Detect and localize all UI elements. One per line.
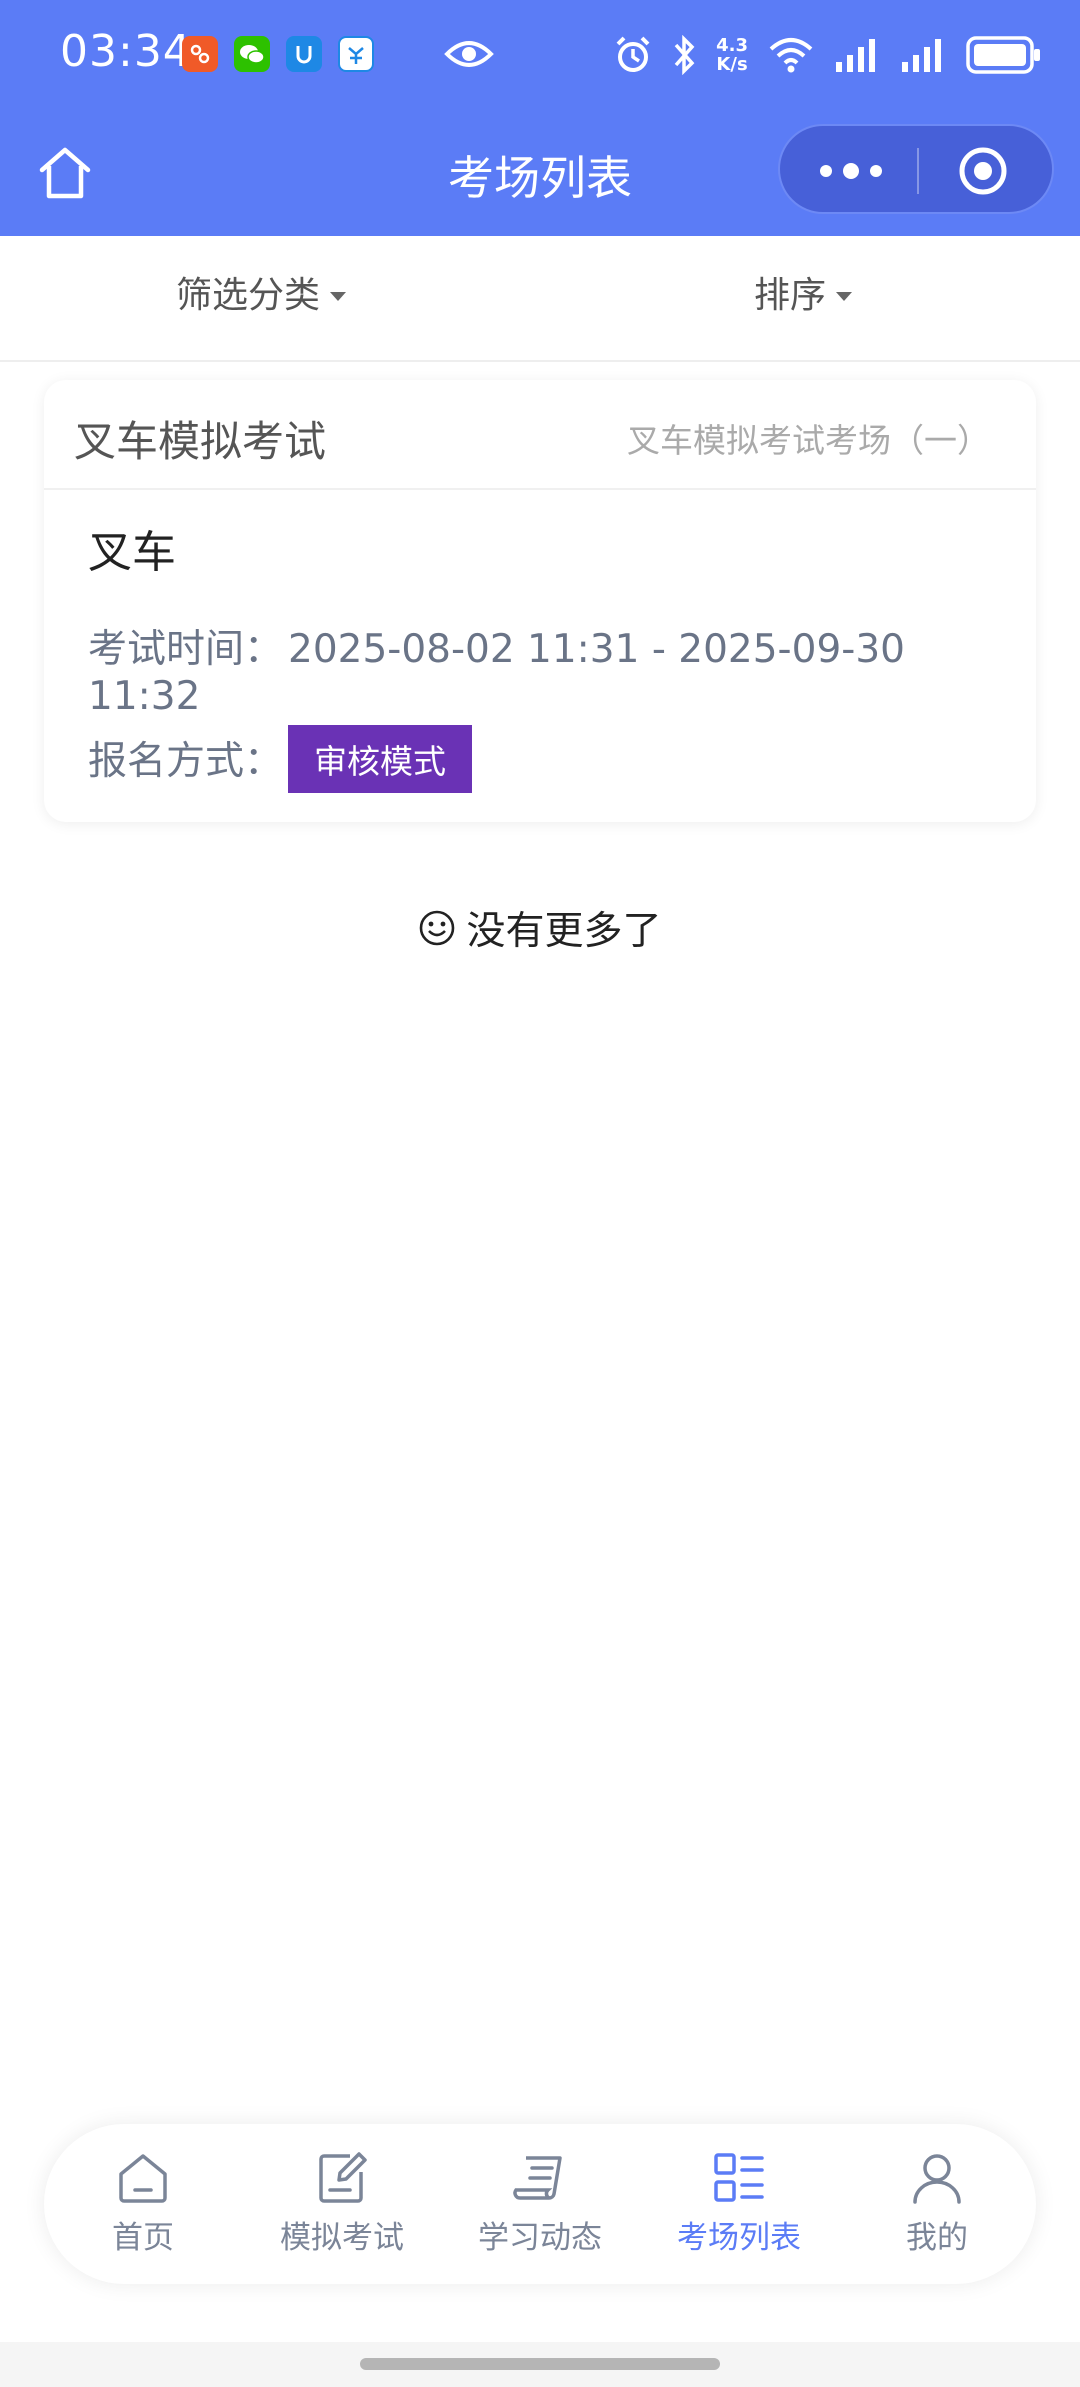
exam-time-row: 考试时间： 2025-08-02 11:31 - 2025-09-30 11:32 (88, 626, 988, 720)
eye-icon (444, 41, 494, 67)
tab-home-label: 首页 (112, 2220, 174, 2256)
gesture-area (0, 2342, 1080, 2387)
close-miniprogram-icon[interactable] (958, 146, 1008, 196)
wifi-icon (769, 38, 813, 73)
caret-down-icon (330, 291, 347, 301)
user-icon (913, 2154, 961, 2204)
tab-mock-exam-label: 模拟考试 (280, 2220, 404, 2256)
home-icon (119, 2154, 167, 2203)
no-more-text: 没有更多了 (466, 909, 662, 954)
tab-study-feed-label: 学习动态 (478, 2220, 602, 2256)
system-icons: 4.3 K/s (614, 30, 1042, 80)
smile-icon (420, 910, 455, 946)
status-bar: 03:34 4.3 K/s (0, 0, 1080, 108)
tab-study-feed[interactable]: 学习动态 (460, 2150, 620, 2270)
category-filter-label: 筛选分类 (176, 275, 321, 316)
no-more-indicator: 没有更多了 (0, 900, 1080, 956)
tab-profile[interactable]: 我的 (857, 2150, 1017, 2270)
card-subtitle: 叉车模拟考试考场（一） (627, 421, 990, 460)
tab-mock-exam[interactable]: 模拟考试 (262, 2150, 422, 2270)
network-speed: 4.3 K/s (716, 36, 748, 74)
notification-app-icon (338, 36, 374, 72)
edit-note-icon (319, 2152, 367, 2203)
network-speed-value: 4.3 (716, 35, 748, 56)
filter-bar: 筛选分类 排序 (0, 236, 1080, 362)
card-title: 叉车模拟考试 (74, 417, 327, 466)
sort-dropdown[interactable]: 排序 (754, 266, 853, 318)
category-filter-dropdown[interactable]: 筛选分类 (176, 266, 347, 318)
registration-row: 报名方式： (88, 730, 288, 786)
miniprogram-capsule (778, 124, 1054, 214)
home-gesture-handle[interactable] (360, 2358, 720, 2370)
sort-label: 排序 (754, 275, 827, 316)
signal-icon (836, 39, 875, 72)
scroll-doc-icon (513, 2156, 562, 2200)
bottom-tab-bar: 首页 模拟考试 学习动态 考场列表 我的 (44, 2124, 1036, 2284)
wechat-icon (234, 36, 270, 72)
tab-exam-room-list[interactable]: 考场列表 (659, 2150, 819, 2270)
capsule-divider (917, 148, 919, 194)
title-bar: 考场列表 (0, 108, 1080, 236)
caret-down-icon (836, 291, 853, 301)
notification-app-icon (182, 36, 218, 72)
bluetooth-icon (674, 35, 695, 75)
registration-mode-badge: 审核模式 (288, 725, 472, 793)
tab-home[interactable]: 首页 (63, 2150, 223, 2270)
alarm-icon (616, 36, 650, 72)
card-header: 叉车模拟考试 叉车模拟考试考场（一） (44, 380, 1036, 490)
exam-time-label: 考试时间： (88, 627, 284, 672)
exam-room-card[interactable]: 叉车模拟考试 叉车模拟考试考场（一） 叉车 考试时间： 2025-08-02 11… (44, 380, 1036, 822)
battery-icon (966, 36, 1040, 74)
notification-app-icon (286, 36, 322, 72)
list-icon (714, 2153, 764, 2202)
signal-icon (902, 39, 941, 72)
registration-label: 报名方式： (88, 739, 284, 784)
network-speed-unit: K/s (716, 54, 748, 75)
more-icon[interactable] (816, 156, 886, 186)
tab-profile-label: 我的 (906, 2220, 968, 2256)
tab-exam-room-list-label: 考场列表 (677, 2220, 801, 2256)
status-time: 03:34 (60, 26, 192, 77)
exam-name: 叉车 (88, 527, 176, 578)
